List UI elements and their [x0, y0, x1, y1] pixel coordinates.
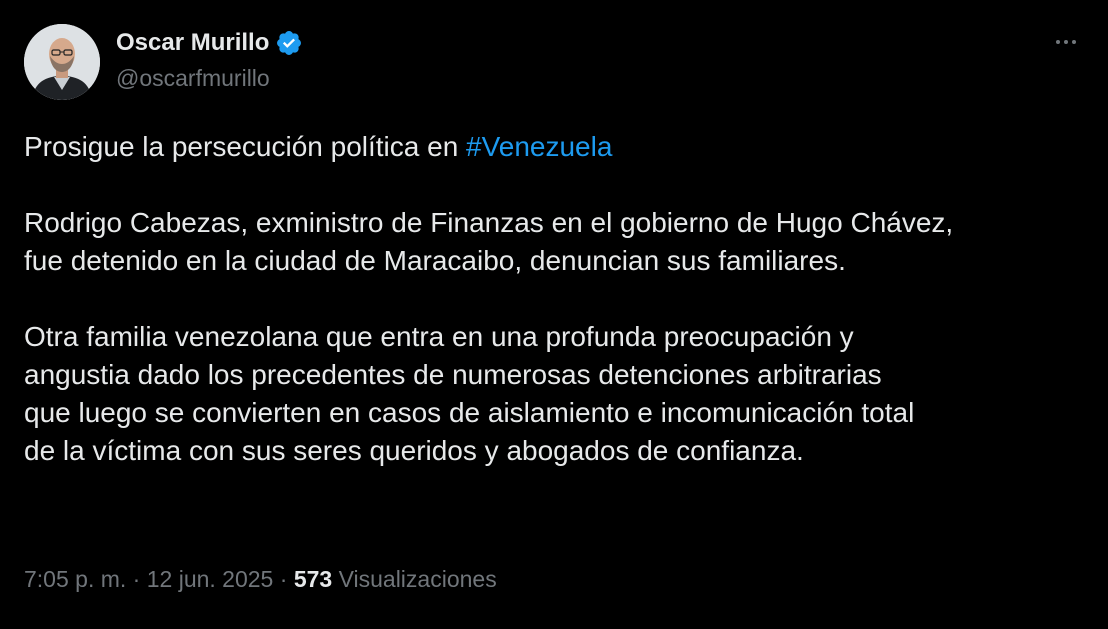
views-count[interactable]: 573 [294, 566, 332, 592]
tweet-date[interactable]: 12 jun. 2025 [147, 566, 274, 592]
dot [1072, 40, 1076, 44]
avatar[interactable] [24, 24, 100, 100]
tweet-line: Prosigue la persecución política en #Ven… [24, 128, 1094, 166]
tweet-line: angustia dado los precedentes de numeros… [24, 359, 882, 390]
author-display-name[interactable]: Oscar Murillo [116, 29, 269, 57]
tweet-meta: 7:05 p. m. · 12 jun. 2025 · 573 Visualiz… [24, 566, 497, 593]
hashtag-link[interactable]: #Venezuela [466, 131, 612, 162]
tweet-text-segment: Prosigue la persecución política en [24, 131, 467, 162]
tweet-line: Otra familia venezolana que entra en una… [24, 321, 854, 352]
author-handle[interactable]: @oscarfmurillo [116, 65, 270, 92]
meta-separator: · [273, 566, 294, 592]
tweet-time[interactable]: 7:05 p. m. [24, 566, 126, 592]
tweet-line: de la víctima con sus seres queridos y a… [24, 435, 804, 466]
tweet-line: Rodrigo Cabezas, exministro de Finanzas … [24, 207, 954, 238]
verified-badge-icon[interactable] [275, 29, 303, 57]
tweet-line: que luego se convierten en casos de aisl… [24, 397, 915, 428]
more-options-icon[interactable] [1048, 30, 1084, 54]
author-name-row: Oscar Murillo [116, 26, 303, 60]
dot [1064, 40, 1068, 44]
avatar-photo [24, 24, 100, 100]
dot [1056, 40, 1060, 44]
tweet-line: fue detenido en la ciudad de Maracaibo, … [24, 245, 846, 276]
views-label[interactable]: Visualizaciones [332, 566, 497, 592]
tweet-card: Oscar Murillo @oscarfmurillo Prosigue la… [0, 0, 1108, 629]
meta-separator: · [126, 566, 147, 592]
tweet-text: Prosigue la persecución política en #Ven… [24, 128, 1094, 470]
